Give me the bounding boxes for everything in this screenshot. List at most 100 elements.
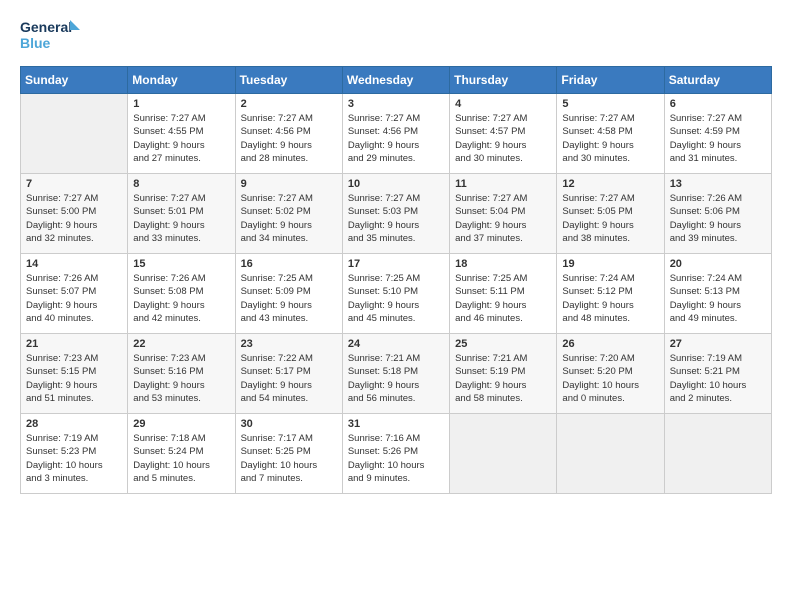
day-info: Sunrise: 7:27 AM Sunset: 5:04 PM Dayligh… bbox=[455, 192, 551, 245]
day-info: Sunrise: 7:27 AM Sunset: 5:00 PM Dayligh… bbox=[26, 192, 122, 245]
day-info: Sunrise: 7:25 AM Sunset: 5:09 PM Dayligh… bbox=[241, 272, 337, 325]
calendar-cell bbox=[664, 414, 771, 494]
day-number: 27 bbox=[670, 338, 766, 350]
day-info: Sunrise: 7:19 AM Sunset: 5:21 PM Dayligh… bbox=[670, 352, 766, 405]
day-number: 28 bbox=[26, 418, 122, 430]
day-info: Sunrise: 7:27 AM Sunset: 4:57 PM Dayligh… bbox=[455, 112, 551, 165]
calendar-cell: 12 Sunrise: 7:27 AM Sunset: 5:05 PM Dayli… bbox=[557, 174, 664, 254]
day-number: 8 bbox=[133, 178, 229, 190]
day-number: 20 bbox=[670, 258, 766, 270]
calendar-cell: 13 Sunrise: 7:26 AM Sunset: 5:06 PM Dayli… bbox=[664, 174, 771, 254]
calendar-week-row: 1 Sunrise: 7:27 AM Sunset: 4:55 PM Daylig… bbox=[21, 94, 772, 174]
day-number: 3 bbox=[348, 98, 444, 110]
calendar-cell: 15 Sunrise: 7:26 AM Sunset: 5:08 PM Dayli… bbox=[128, 254, 235, 334]
calendar-cell: 19Sunrise: 7:24 AM Sunset: 5:12 PM Dayli… bbox=[557, 254, 664, 334]
calendar-cell: 8 Sunrise: 7:27 AM Sunset: 5:01 PM Daylig… bbox=[128, 174, 235, 254]
calendar-cell: 1 Sunrise: 7:27 AM Sunset: 4:55 PM Daylig… bbox=[128, 94, 235, 174]
calendar-cell: 22Sunrise: 7:23 AM Sunset: 5:16 PM Dayli… bbox=[128, 334, 235, 414]
day-info: Sunrise: 7:21 AM Sunset: 5:18 PM Dayligh… bbox=[348, 352, 444, 405]
column-header-tuesday: Tuesday bbox=[235, 67, 342, 94]
logo-svg: GeneralBlue bbox=[20, 16, 90, 56]
calendar-cell: 17 Sunrise: 7:25 AM Sunset: 5:10 PM Dayli… bbox=[342, 254, 449, 334]
calendar-cell: 10 Sunrise: 7:27 AM Sunset: 5:03 PM Dayli… bbox=[342, 174, 449, 254]
day-number: 26 bbox=[562, 338, 658, 350]
day-info: Sunrise: 7:25 AM Sunset: 5:10 PM Dayligh… bbox=[348, 272, 444, 325]
column-header-saturday: Saturday bbox=[664, 67, 771, 94]
day-number: 11 bbox=[455, 178, 551, 190]
day-info: Sunrise: 7:27 AM Sunset: 5:03 PM Dayligh… bbox=[348, 192, 444, 245]
day-number: 13 bbox=[670, 178, 766, 190]
calendar-cell: 14 Sunrise: 7:26 AM Sunset: 5:07 PM Dayli… bbox=[21, 254, 128, 334]
calendar-cell: 23Sunrise: 7:22 AM Sunset: 5:17 PM Dayli… bbox=[235, 334, 342, 414]
logo: GeneralBlue bbox=[20, 16, 90, 56]
day-info: Sunrise: 7:19 AM Sunset: 5:23 PM Dayligh… bbox=[26, 432, 122, 485]
calendar-cell: 29 Sunrise: 7:18 AM Sunset: 5:24 PM Dayli… bbox=[128, 414, 235, 494]
calendar-cell: 31 Sunrise: 7:16 AM Sunset: 5:26 PM Dayli… bbox=[342, 414, 449, 494]
calendar-cell: 27 Sunrise: 7:19 AM Sunset: 5:21 PM Dayli… bbox=[664, 334, 771, 414]
day-number: 5 bbox=[562, 98, 658, 110]
calendar-header-row: SundayMondayTuesdayWednesdayThursdayFrid… bbox=[21, 67, 772, 94]
day-number: 6 bbox=[670, 98, 766, 110]
calendar-cell bbox=[21, 94, 128, 174]
day-info: Sunrise: 7:27 AM Sunset: 4:59 PM Dayligh… bbox=[670, 112, 766, 165]
day-number: 10 bbox=[348, 178, 444, 190]
column-header-friday: Friday bbox=[557, 67, 664, 94]
day-number: 25 bbox=[455, 338, 551, 350]
day-info: Sunrise: 7:27 AM Sunset: 5:02 PM Dayligh… bbox=[241, 192, 337, 245]
day-info: Sunrise: 7:26 AM Sunset: 5:08 PM Dayligh… bbox=[133, 272, 229, 325]
day-info: Sunrise: 7:23 AM Sunset: 5:15 PM Dayligh… bbox=[26, 352, 122, 405]
day-info: Sunrise: 7:27 AM Sunset: 5:01 PM Dayligh… bbox=[133, 192, 229, 245]
day-info: Sunrise: 7:27 AM Sunset: 5:05 PM Dayligh… bbox=[562, 192, 658, 245]
calendar-cell: 3 Sunrise: 7:27 AM Sunset: 4:56 PM Daylig… bbox=[342, 94, 449, 174]
calendar-cell: 2Sunrise: 7:27 AM Sunset: 4:56 PM Daylig… bbox=[235, 94, 342, 174]
day-number: 2 bbox=[241, 98, 337, 110]
day-number: 4 bbox=[455, 98, 551, 110]
calendar-cell: 30Sunrise: 7:17 AM Sunset: 5:25 PM Dayli… bbox=[235, 414, 342, 494]
day-info: Sunrise: 7:17 AM Sunset: 5:25 PM Dayligh… bbox=[241, 432, 337, 485]
calendar-cell bbox=[557, 414, 664, 494]
column-header-thursday: Thursday bbox=[450, 67, 557, 94]
calendar-cell: 4 Sunrise: 7:27 AM Sunset: 4:57 PM Daylig… bbox=[450, 94, 557, 174]
day-info: Sunrise: 7:24 AM Sunset: 5:12 PM Dayligh… bbox=[562, 272, 658, 325]
day-info: Sunrise: 7:20 AM Sunset: 5:20 PM Dayligh… bbox=[562, 352, 658, 405]
day-number: 12 bbox=[562, 178, 658, 190]
column-header-wednesday: Wednesday bbox=[342, 67, 449, 94]
day-info: Sunrise: 7:25 AM Sunset: 5:11 PM Dayligh… bbox=[455, 272, 551, 325]
page-header: GeneralBlue bbox=[20, 16, 772, 56]
calendar-cell: 21Sunrise: 7:23 AM Sunset: 5:15 PM Dayli… bbox=[21, 334, 128, 414]
calendar-cell: 16 Sunrise: 7:25 AM Sunset: 5:09 PM Dayli… bbox=[235, 254, 342, 334]
day-info: Sunrise: 7:26 AM Sunset: 5:07 PM Dayligh… bbox=[26, 272, 122, 325]
calendar-cell: 28 Sunrise: 7:19 AM Sunset: 5:23 PM Dayli… bbox=[21, 414, 128, 494]
day-info: Sunrise: 7:27 AM Sunset: 4:56 PM Dayligh… bbox=[348, 112, 444, 165]
day-info: Sunrise: 7:24 AM Sunset: 5:13 PM Dayligh… bbox=[670, 272, 766, 325]
calendar-week-row: 28 Sunrise: 7:19 AM Sunset: 5:23 PM Dayli… bbox=[21, 414, 772, 494]
day-info: Sunrise: 7:27 AM Sunset: 4:55 PM Dayligh… bbox=[133, 112, 229, 165]
calendar-cell: 26 Sunrise: 7:20 AM Sunset: 5:20 PM Dayli… bbox=[557, 334, 664, 414]
day-number: 15 bbox=[133, 258, 229, 270]
calendar-cell: 20 Sunrise: 7:24 AM Sunset: 5:13 PM Dayli… bbox=[664, 254, 771, 334]
calendar-cell: 11 Sunrise: 7:27 AM Sunset: 5:04 PM Dayli… bbox=[450, 174, 557, 254]
calendar-cell: 25Sunrise: 7:21 AM Sunset: 5:19 PM Dayli… bbox=[450, 334, 557, 414]
calendar-cell: 24 Sunrise: 7:21 AM Sunset: 5:18 PM Dayli… bbox=[342, 334, 449, 414]
day-number: 14 bbox=[26, 258, 122, 270]
day-number: 29 bbox=[133, 418, 229, 430]
day-number: 24 bbox=[348, 338, 444, 350]
day-info: Sunrise: 7:23 AM Sunset: 5:16 PM Dayligh… bbox=[133, 352, 229, 405]
day-number: 31 bbox=[348, 418, 444, 430]
calendar-cell: 18 Sunrise: 7:25 AM Sunset: 5:11 PM Dayli… bbox=[450, 254, 557, 334]
day-number: 17 bbox=[348, 258, 444, 270]
day-info: Sunrise: 7:26 AM Sunset: 5:06 PM Dayligh… bbox=[670, 192, 766, 245]
column-header-monday: Monday bbox=[128, 67, 235, 94]
calendar-cell: 9Sunrise: 7:27 AM Sunset: 5:02 PM Daylig… bbox=[235, 174, 342, 254]
svg-text:General: General bbox=[20, 19, 72, 35]
day-number: 18 bbox=[455, 258, 551, 270]
day-number: 1 bbox=[133, 98, 229, 110]
calendar-week-row: 14 Sunrise: 7:26 AM Sunset: 5:07 PM Dayli… bbox=[21, 254, 772, 334]
day-info: Sunrise: 7:27 AM Sunset: 4:58 PM Dayligh… bbox=[562, 112, 658, 165]
day-info: Sunrise: 7:16 AM Sunset: 5:26 PM Dayligh… bbox=[348, 432, 444, 485]
column-header-sunday: Sunday bbox=[21, 67, 128, 94]
calendar-cell: 7 Sunrise: 7:27 AM Sunset: 5:00 PM Daylig… bbox=[21, 174, 128, 254]
day-info: Sunrise: 7:18 AM Sunset: 5:24 PM Dayligh… bbox=[133, 432, 229, 485]
day-number: 7 bbox=[26, 178, 122, 190]
day-number: 16 bbox=[241, 258, 337, 270]
